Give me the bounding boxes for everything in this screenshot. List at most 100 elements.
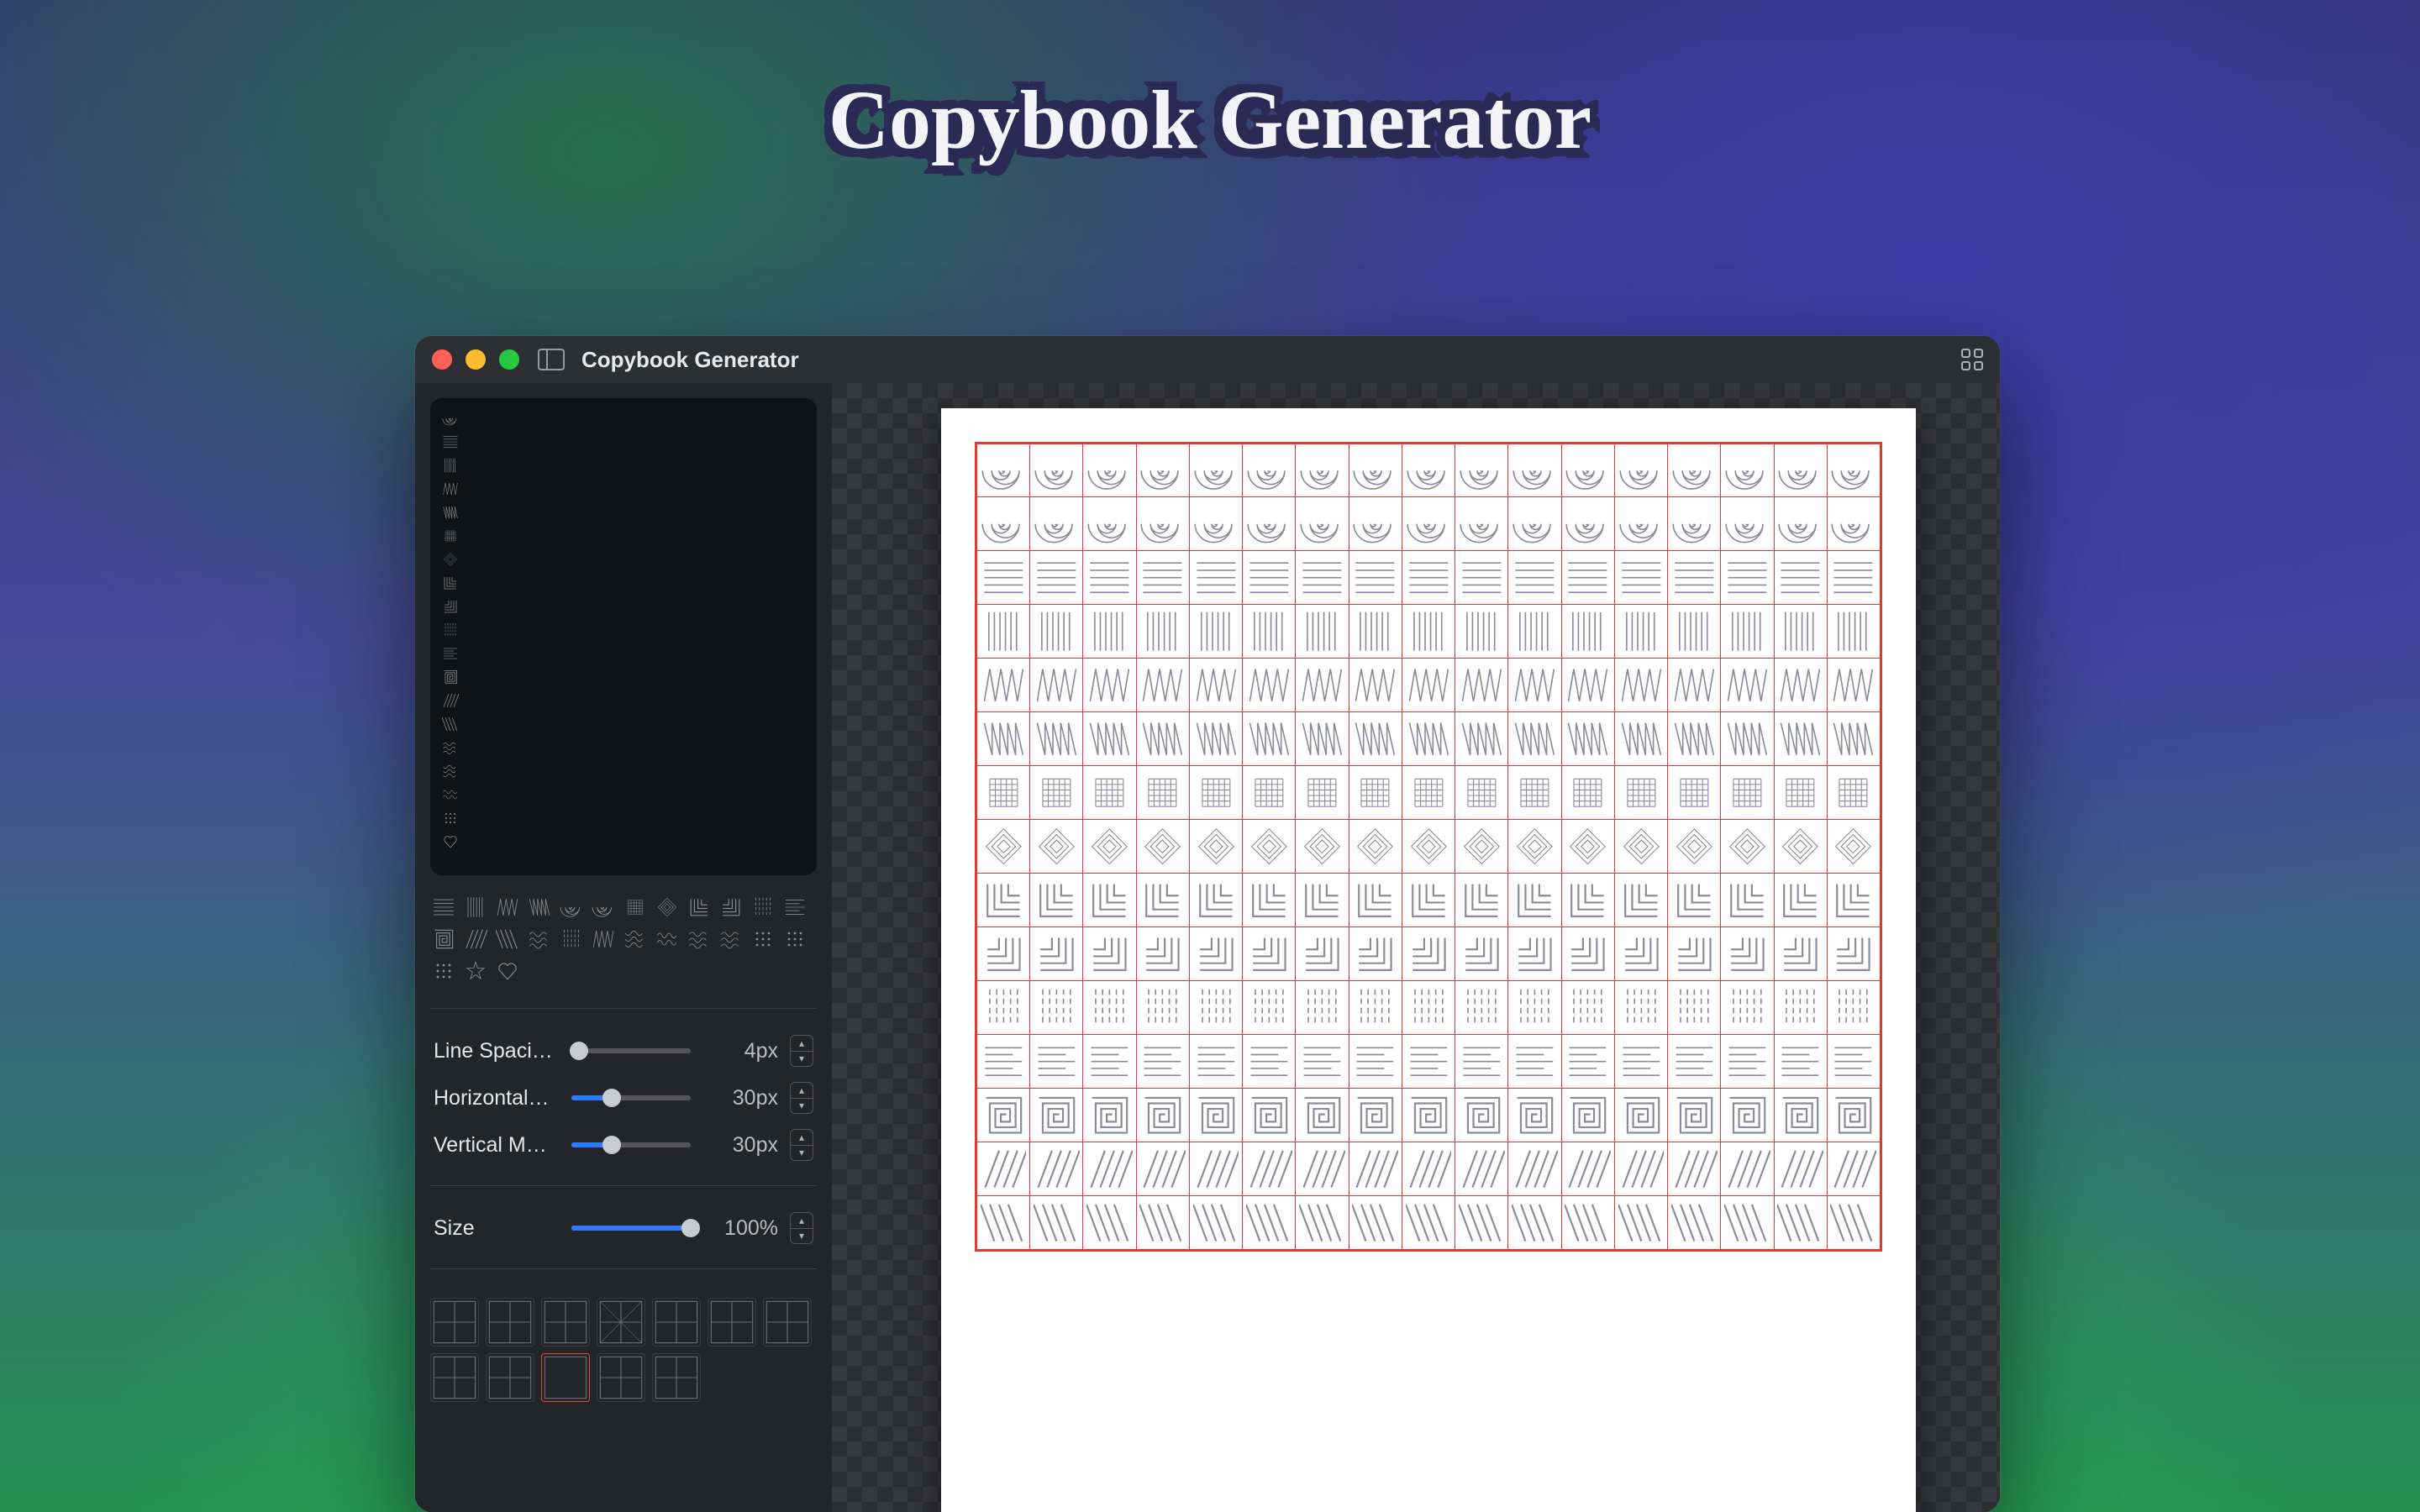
palette-h-lines[interactable] xyxy=(432,895,455,919)
palette-crosshatch[interactable] xyxy=(623,895,647,919)
worksheet-cell xyxy=(1083,605,1136,659)
palette-dots[interactable] xyxy=(751,927,775,951)
mini-thumb-diag-stripes-alt[interactable] xyxy=(442,716,459,732)
palette-dots[interactable] xyxy=(783,927,807,951)
worksheet-cell xyxy=(1190,605,1243,659)
worksheet-cell xyxy=(1190,497,1243,551)
worksheet-cell xyxy=(1721,1196,1774,1250)
vertical_margin-stepper[interactable]: ▴▾ xyxy=(790,1129,813,1161)
grid-style-7[interactable] xyxy=(430,1353,479,1402)
mini-thumb-wave-alt[interactable] xyxy=(442,763,459,780)
mini-thumb-v-lines[interactable] xyxy=(442,457,459,474)
worksheet-cell xyxy=(1828,1142,1881,1196)
mini-thumb-l-corner[interactable] xyxy=(442,575,459,591)
worksheet-cell xyxy=(976,1142,1030,1196)
palette-v-lines[interactable] xyxy=(464,895,487,919)
worksheet-cell xyxy=(976,1035,1030,1089)
palette-waves[interactable] xyxy=(528,927,551,951)
palette-double-wave[interactable] xyxy=(655,927,679,951)
palette-v-dash[interactable] xyxy=(751,895,775,919)
worksheet-cell xyxy=(1137,497,1190,551)
mini-thumb-zigzag-v[interactable] xyxy=(442,504,459,521)
line_spacing-slider[interactable] xyxy=(571,1048,691,1053)
sidebar-toggle-icon[interactable] xyxy=(538,349,565,370)
palette-spiral[interactable] xyxy=(592,895,615,919)
grid-style-6[interactable] xyxy=(763,1298,812,1347)
grid-style-10[interactable] xyxy=(597,1353,645,1402)
worksheet-cell xyxy=(1190,551,1243,605)
palette-sq-spiral[interactable] xyxy=(432,927,455,951)
palette-zigzag[interactable] xyxy=(496,895,519,919)
grid-style-3[interactable] xyxy=(597,1298,645,1347)
worksheet-cell xyxy=(1083,659,1136,712)
palette-v-dash[interactable] xyxy=(560,927,583,951)
worksheet-cell xyxy=(1455,605,1508,659)
palette-star[interactable] xyxy=(464,959,487,983)
worksheet-cell xyxy=(1030,1196,1083,1250)
grid-style-4[interactable] xyxy=(652,1298,701,1347)
worksheet-cell xyxy=(1828,766,1881,820)
line_spacing-label: Line Spaci… xyxy=(434,1039,560,1063)
worksheet-cell xyxy=(1137,444,1190,497)
horizontal_margin-slider[interactable] xyxy=(571,1095,691,1100)
size-slider[interactable] xyxy=(571,1226,691,1231)
zoom-button[interactable] xyxy=(499,349,519,370)
mini-thumb-diamond[interactable] xyxy=(442,551,459,568)
palette-l-corner[interactable] xyxy=(687,895,711,919)
mini-thumb-waves[interactable] xyxy=(442,739,459,756)
line_spacing-stepper[interactable]: ▴▾ xyxy=(790,1035,813,1067)
mini-thumb-heart[interactable] xyxy=(442,833,459,850)
palette-diag-stripes[interactable] xyxy=(464,927,487,951)
palette-wave-alt[interactable] xyxy=(623,927,647,951)
minimize-button[interactable] xyxy=(466,349,486,370)
palette-diag-stripes-alt[interactable] xyxy=(496,927,519,951)
vertical_margin-value: 30px xyxy=(702,1133,778,1158)
mini-thumb-dots[interactable] xyxy=(442,810,459,827)
grid-style-2[interactable] xyxy=(541,1298,590,1347)
apps-grid-icon[interactable] xyxy=(1961,349,1983,370)
palette-spiral[interactable] xyxy=(560,895,583,919)
palette-h-justify[interactable] xyxy=(783,895,807,919)
mini-thumb-zigzag[interactable] xyxy=(442,480,459,497)
mini-thumb-h-lines[interactable] xyxy=(442,433,459,450)
worksheet-cell xyxy=(1562,551,1615,605)
mini-thumb-double-wave[interactable] xyxy=(442,786,459,803)
grid-style-5[interactable] xyxy=(708,1298,756,1347)
worksheet-cell xyxy=(1137,1089,1190,1142)
palette-heart[interactable] xyxy=(496,959,519,983)
horizontal_margin-stepper[interactable]: ▴▾ xyxy=(790,1082,813,1114)
palette-diamond[interactable] xyxy=(655,895,679,919)
worksheet-cell xyxy=(1137,605,1190,659)
vertical_margin-slider[interactable] xyxy=(571,1142,691,1147)
worksheet-cell xyxy=(1775,712,1828,766)
mini-thumb-h-justify[interactable] xyxy=(442,645,459,662)
worksheet-cell xyxy=(1828,1196,1881,1250)
mini-thumb-diag-stripes[interactable] xyxy=(442,692,459,709)
worksheet-cell xyxy=(1455,659,1508,712)
palette-l-corner-alt[interactable] xyxy=(719,895,743,919)
grid-style-8[interactable] xyxy=(486,1353,534,1402)
grid-style-9[interactable] xyxy=(541,1353,590,1402)
worksheet-cell xyxy=(1083,497,1136,551)
grid-style-0[interactable] xyxy=(430,1298,479,1347)
worksheet-cell xyxy=(1668,659,1721,712)
close-button[interactable] xyxy=(432,349,452,370)
mini-thumb-crosshatch[interactable] xyxy=(442,528,459,544)
palette-zigzag[interactable] xyxy=(592,927,615,951)
mini-thumb-spiral[interactable] xyxy=(442,410,459,427)
mini-thumb-v-dash[interactable] xyxy=(442,622,459,638)
palette-waves[interactable] xyxy=(719,927,743,951)
palette-waves[interactable] xyxy=(687,927,711,951)
worksheet-cell xyxy=(1243,551,1296,605)
worksheet-cell xyxy=(1402,874,1455,927)
grid-style-1[interactable] xyxy=(486,1298,534,1347)
mini-thumb-sq-spiral[interactable] xyxy=(442,669,459,685)
palette-zigzag-v[interactable] xyxy=(528,895,551,919)
palette-dots[interactable] xyxy=(432,959,455,983)
size-stepper[interactable]: ▴▾ xyxy=(790,1212,813,1244)
worksheet-cell xyxy=(1243,820,1296,874)
grid-style-11[interactable] xyxy=(652,1353,701,1402)
mini-thumb-l-corner-alt[interactable] xyxy=(442,598,459,615)
canvas[interactable] xyxy=(832,383,2000,1512)
worksheet-cell xyxy=(1775,497,1828,551)
